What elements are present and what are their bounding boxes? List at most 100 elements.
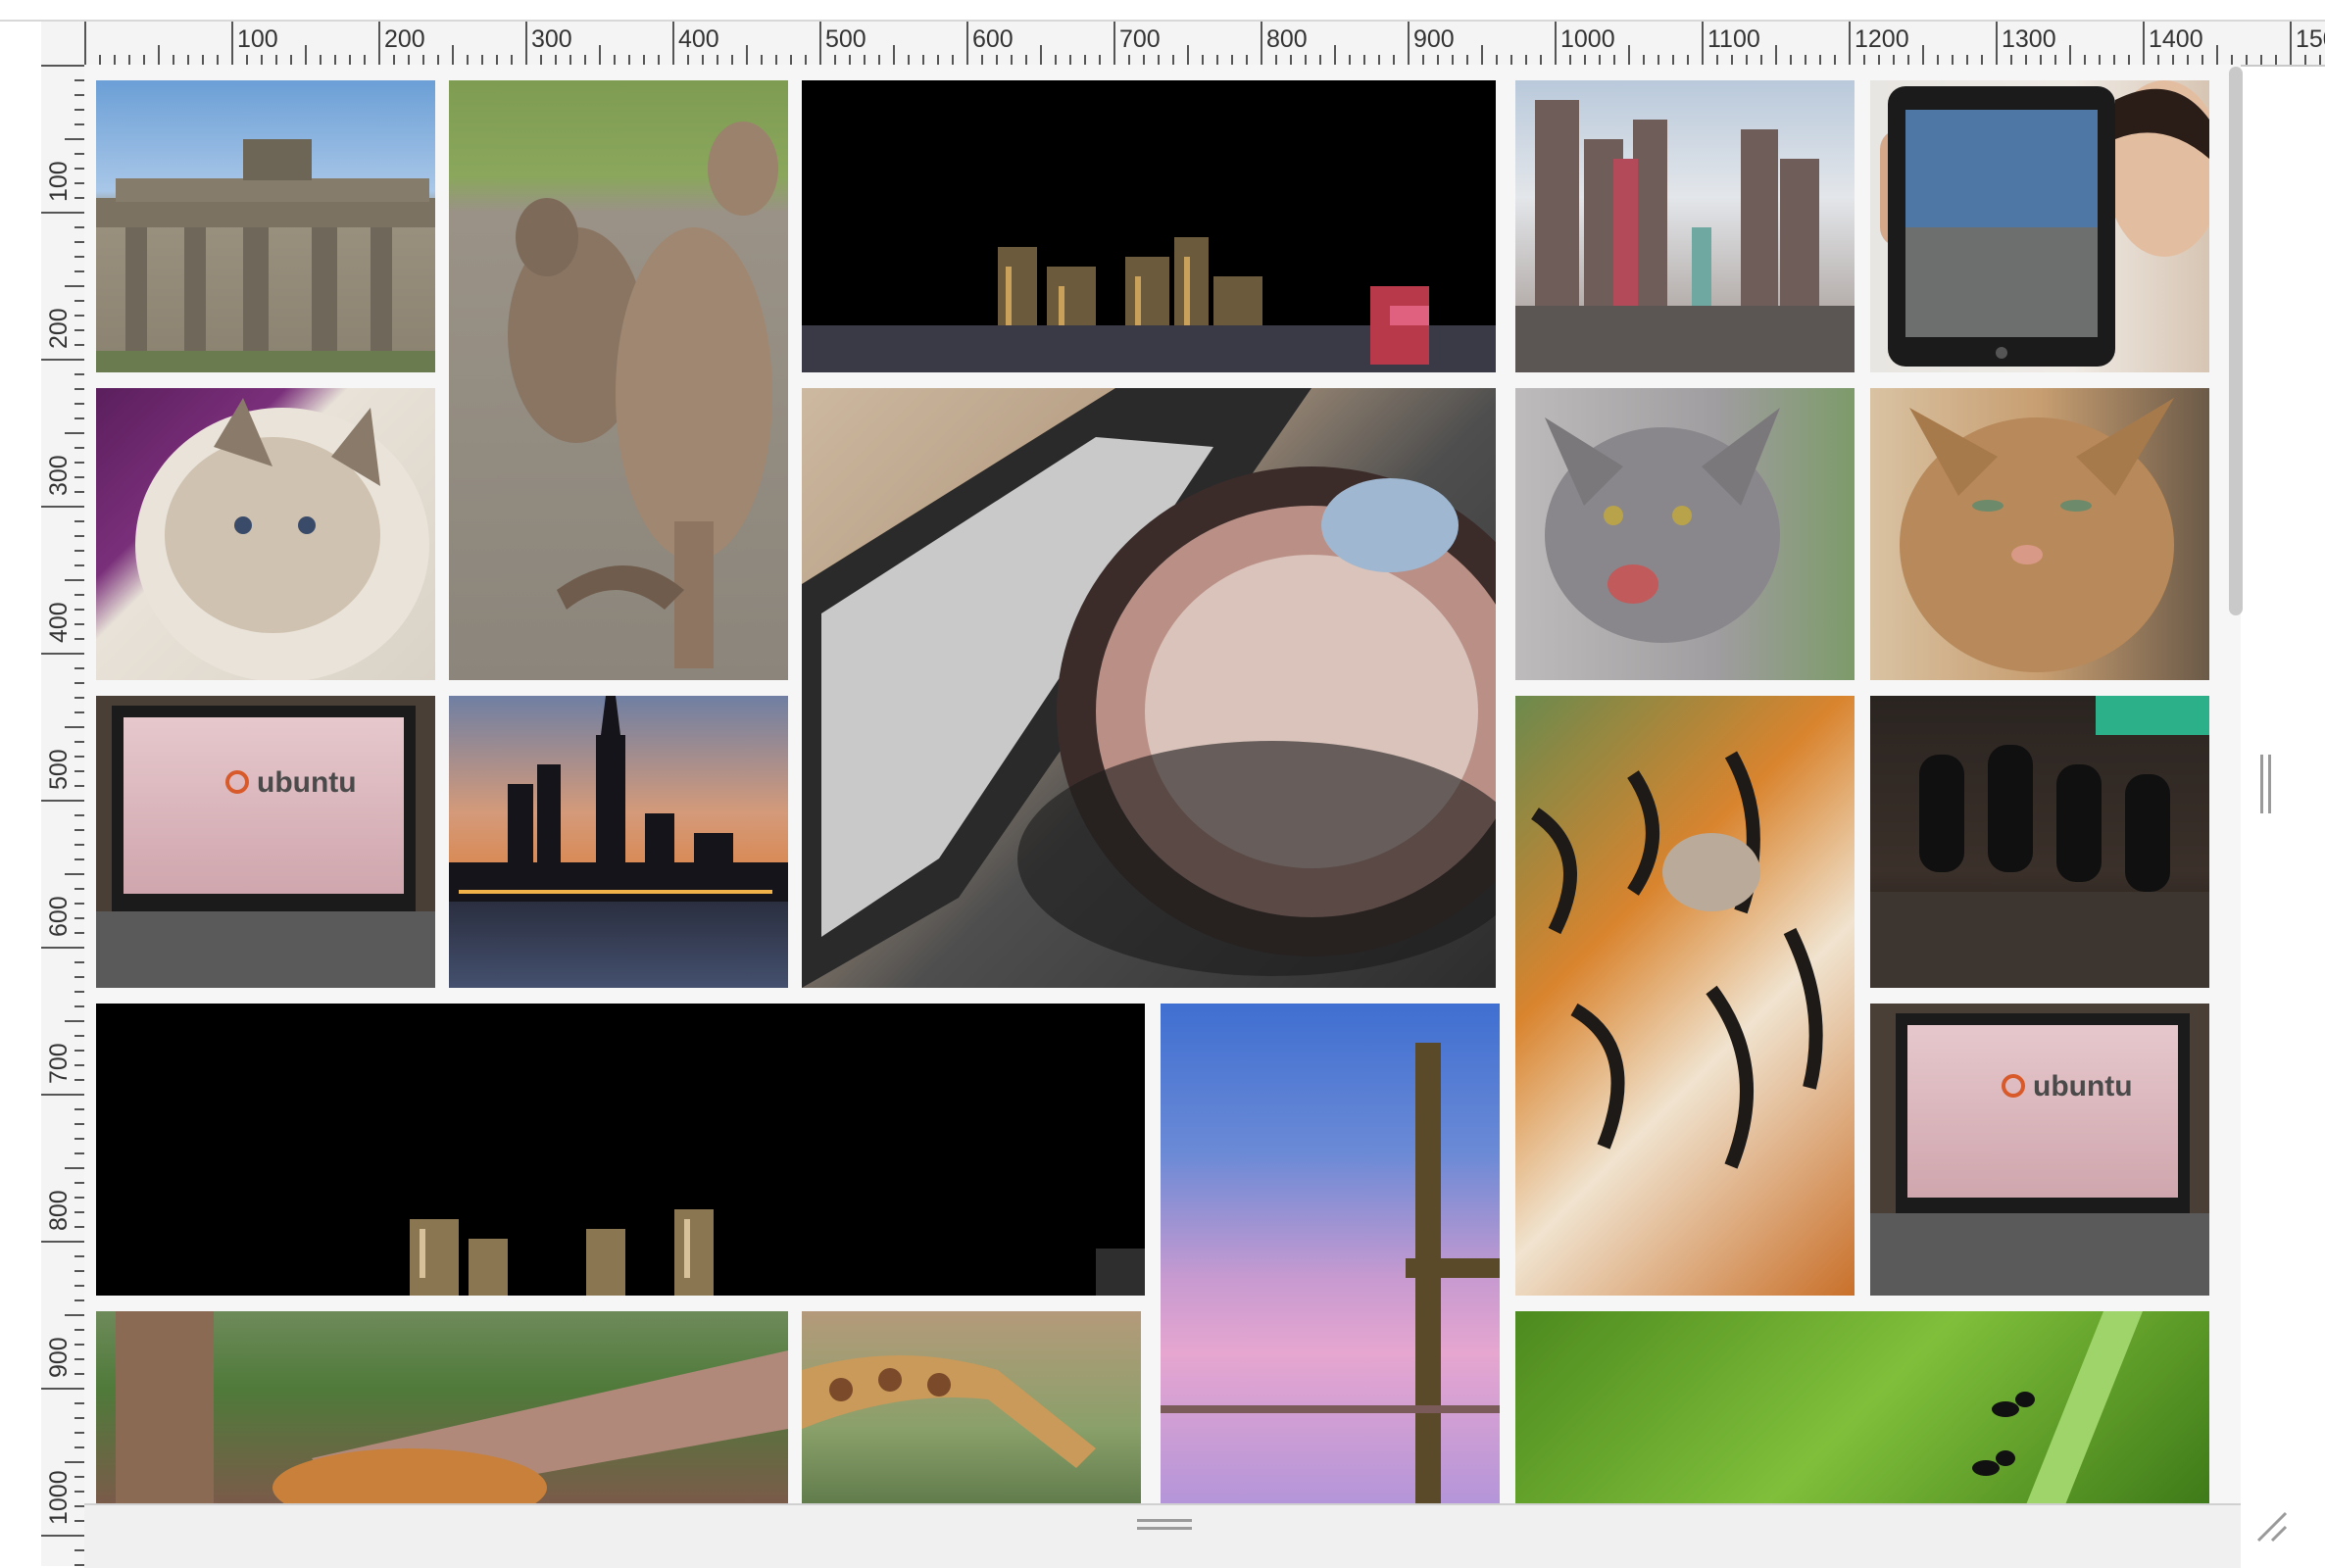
circuit-board-capacitors-photo[interactable] <box>1870 696 2209 988</box>
ruler-tick <box>775 55 777 65</box>
ruler-tick <box>74 1197 84 1199</box>
ruler-tick <box>74 1123 84 1125</box>
horizontal-ruler-label: 1300 <box>2002 25 2056 53</box>
las-vegas-night-skyline-photo[interactable] <box>802 80 1496 372</box>
ruler-tick <box>1422 55 1424 65</box>
ruler-tick <box>1613 55 1615 65</box>
ruler-tick <box>2260 55 2262 65</box>
ruler-tick <box>2025 55 2027 65</box>
ipad-held-by-man-photo[interactable] <box>1870 80 2209 372</box>
giraffe-photo[interactable] <box>802 1311 1141 1503</box>
kangaroos-photo[interactable] <box>449 80 788 680</box>
ruler-tick <box>922 55 924 65</box>
ruler-tick <box>496 55 498 65</box>
ruler-tick <box>2319 55 2321 65</box>
ruler-tick <box>65 579 84 581</box>
ruler-tick <box>1481 45 1483 65</box>
ruler-tick <box>65 873 84 875</box>
ruler-tick <box>246 55 248 65</box>
ruler-tick <box>2010 55 2012 65</box>
ruler-tick <box>614 55 616 65</box>
ruler-tick <box>1231 55 1233 65</box>
ruler-tick <box>1878 55 1880 65</box>
ruler-tick <box>74 1050 84 1052</box>
horizontal-resize-grip-icon[interactable] <box>1137 1519 1192 1533</box>
ruler-tick <box>187 55 189 65</box>
ruler-tick <box>1202 55 1204 65</box>
birman-cat-photo[interactable] <box>96 388 435 680</box>
window-resize-handle-icon[interactable] <box>2254 1509 2290 1544</box>
tiger-statue-illustration <box>116 1311 788 1503</box>
new-york-new-york-casino-photo[interactable] <box>1515 80 1855 372</box>
horizontal-ruler: 100 200 300 400 500 600 700 800 900 1000 1100 1200 1… <box>84 22 2325 67</box>
ruler-tick <box>790 55 792 65</box>
ants-on-grass-photo[interactable] <box>1515 1311 2209 1503</box>
ruler-tick <box>74 1329 84 1331</box>
ruler-tick <box>1040 45 1042 65</box>
ruler-tick <box>2246 55 2248 65</box>
vertical-ruler-label: 1000 <box>45 1470 73 1525</box>
hissing-gray-cat-photo[interactable] <box>1515 388 1855 680</box>
ruler-tick <box>1187 45 1189 65</box>
ruler-tick <box>74 344 84 346</box>
ruler-tick <box>1349 55 1351 65</box>
ruler-tick <box>74 903 84 905</box>
ruler-tick <box>74 373 84 375</box>
ruler-tick <box>1261 22 1262 65</box>
ruler-tick <box>569 55 571 65</box>
ruler-tick <box>1466 55 1468 65</box>
ubuntu-laptop-photo-2[interactable]: ubuntu <box>1870 1004 2209 1296</box>
ruler-tick <box>1305 55 1307 65</box>
ruler-tick <box>364 55 366 65</box>
vertical-scrollbar-thumb[interactable] <box>2229 67 2243 615</box>
ruler-tick <box>1569 55 1571 65</box>
ruler-tick <box>74 315 84 317</box>
ruler-tick <box>1128 55 1130 65</box>
ruler-tick <box>128 55 130 65</box>
turntable-photo[interactable] <box>802 388 1496 988</box>
ruler-tick <box>1937 55 1939 65</box>
ruler-tick <box>74 1064 84 1066</box>
ruler-tick <box>261 55 263 65</box>
ubuntu-laptop-photo[interactable]: ubuntu <box>96 696 435 988</box>
ruler-tick <box>74 256 84 258</box>
ruler-tick <box>74 1402 84 1404</box>
wooden-post-sunset-photo[interactable] <box>1161 1004 1500 1503</box>
bottom-status-bar <box>84 1503 2241 1568</box>
laptop-keyboard <box>96 911 435 988</box>
vertical-resize-grip-icon[interactable] <box>2260 755 2274 813</box>
ruler-tick <box>41 947 84 949</box>
ruler-tick <box>202 55 204 65</box>
tabby-cat-illustration <box>1900 398 2174 672</box>
ruler-tick <box>437 55 439 65</box>
ruler-tick <box>74 1211 84 1213</box>
ruler-tick <box>805 55 807 65</box>
ruler-tick <box>702 55 704 65</box>
empire-state-sunset-photo[interactable] <box>449 696 788 988</box>
vertical-ruler-label: 300 <box>45 455 73 496</box>
ruler-tick <box>74 1520 84 1522</box>
ruler-tick <box>1275 55 1277 65</box>
ruler-tick <box>74 888 84 890</box>
ruler-tick <box>555 55 557 65</box>
ruler-tick <box>1555 22 1557 65</box>
ruler-tick <box>1819 55 1821 65</box>
tiger-closeup-photo[interactable] <box>1515 696 1855 1296</box>
ruler-tick <box>74 1138 84 1140</box>
white-cat-illustration <box>135 398 429 680</box>
tiger-statue-photo[interactable] <box>96 1311 788 1503</box>
window-top-edge <box>0 0 2325 22</box>
ruler-tick <box>74 667 84 669</box>
ruler-tick <box>1408 22 1410 65</box>
tabby-cat-photo[interactable] <box>1870 388 2209 680</box>
ruler-tick <box>2157 55 2159 65</box>
ruler-tick <box>393 55 395 65</box>
ruler-tick <box>74 491 84 493</box>
ruler-tick <box>849 55 851 65</box>
las-vegas-night-wide-photo[interactable] <box>96 1004 1145 1296</box>
ruler-tick <box>114 55 116 65</box>
ruler-tick <box>74 1373 84 1375</box>
ruler-tick <box>1158 55 1160 65</box>
ruler-tick <box>937 55 939 65</box>
brandenburg-gate-photo[interactable] <box>96 80 435 372</box>
